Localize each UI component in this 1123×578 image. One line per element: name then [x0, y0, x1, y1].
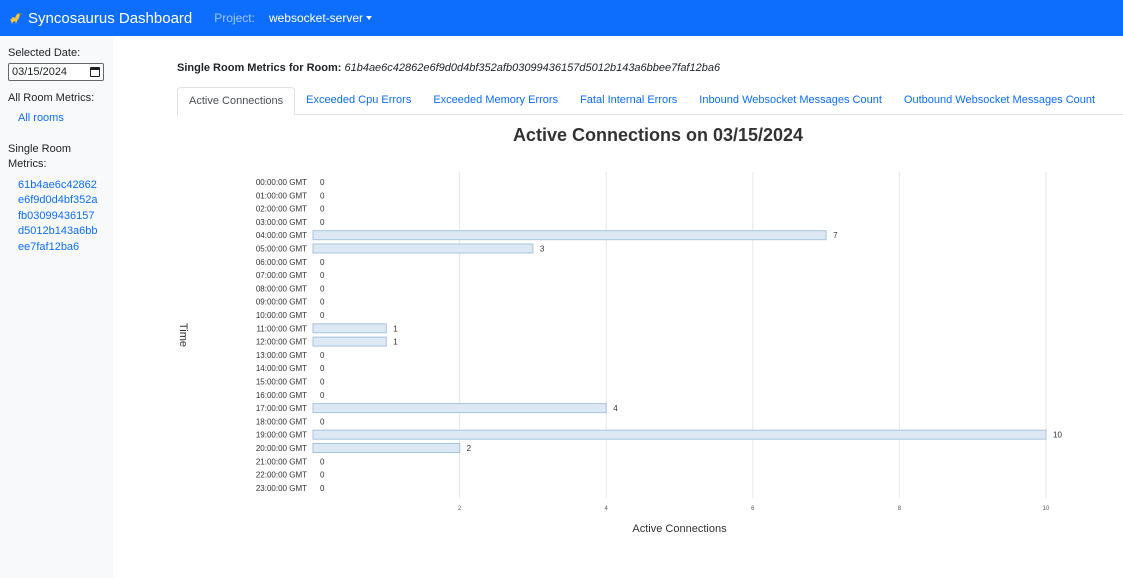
x-tick-label: 6 — [751, 506, 755, 512]
x-axis-label: Active Connections — [632, 523, 727, 535]
room-id-line: ee7faf12ba6 — [18, 240, 80, 253]
x-tick-label: 4 — [605, 506, 609, 512]
data-label: 3 — [540, 245, 545, 254]
y-axis-label: Time — [177, 323, 189, 347]
data-label: 0 — [320, 298, 325, 307]
bar — [312, 336, 387, 347]
x-tick-label: 2 — [458, 506, 462, 512]
data-label: 0 — [320, 364, 325, 373]
room-heading-label: Single Room Metrics for Room: — [177, 62, 342, 74]
y-tick-label: 12:00:00 GMT — [256, 338, 307, 347]
data-label: 0 — [320, 205, 325, 214]
bar — [312, 429, 1047, 440]
room-id-line: d5012b143a6bb — [18, 225, 98, 237]
y-tick-label: 01:00:00 GMT — [256, 191, 307, 200]
single-room-metrics-label: Single Room Metrics: — [8, 142, 71, 170]
data-label: 0 — [320, 218, 325, 227]
y-tick-label: 11:00:00 GMT — [256, 324, 307, 333]
all-rooms-link[interactable]: All rooms — [18, 111, 105, 127]
sidebar: Selected Date: 03/15/2024 All Room Metri… — [0, 36, 113, 578]
chart-title: Active Connections on 03/15/2024 — [512, 125, 804, 145]
y-tick-label: 07:00:00 GMT — [256, 271, 307, 280]
tab-exceeded-memory-errors[interactable]: Exceeded Memory Errors — [422, 87, 569, 115]
caret-down-icon — [365, 16, 372, 20]
date-input-value: 03/15/2024 — [12, 66, 68, 78]
all-room-metrics-label: All Room Metrics: — [8, 92, 95, 104]
room-id-line: e6f9d0d4bf352a — [18, 194, 98, 206]
bar — [312, 243, 534, 254]
room-heading-container: Single Room Metrics for Room: 61b4ae6c42… — [177, 62, 720, 74]
data-label: 0 — [320, 311, 325, 320]
y-tick-label: 20:00:00 GMT — [256, 444, 307, 453]
y-tick-label: 16:00:00 GMT — [256, 391, 307, 400]
y-tick-label: 02:00:00 GMT — [256, 205, 307, 214]
data-label: 0 — [320, 191, 325, 200]
data-label: 4 — [613, 404, 618, 413]
y-tick-label: 17:00:00 GMT — [256, 404, 307, 413]
data-label: 1 — [393, 338, 398, 347]
brand-link[interactable]: Syncosaurus Dashboard — [8, 10, 192, 27]
y-tick-label: 06:00:00 GMT — [256, 258, 307, 267]
y-tick-label: 08:00:00 GMT — [256, 284, 307, 293]
y-tick-label: 23:00:00 GMT — [256, 484, 307, 493]
selected-date-label: Selected Date: — [8, 47, 81, 59]
room-id-line: 61b4ae6c42862 — [18, 178, 97, 191]
bar — [312, 403, 607, 414]
data-label: 0 — [320, 178, 325, 187]
x-tick-label: 10 — [1043, 506, 1050, 512]
data-label: 0 — [320, 457, 325, 466]
y-tick-label: 19:00:00 GMT — [256, 431, 307, 440]
project-dropdown[interactable]: websocket-server — [269, 11, 372, 25]
y-tick-label: 03:00:00 GMT — [256, 218, 307, 227]
room-heading: Single Room Metrics for Room: 61b4ae6c42… — [177, 62, 720, 74]
dinosaur-logo-icon — [10, 13, 22, 24]
data-label: 0 — [320, 471, 325, 480]
data-label: 7 — [833, 231, 838, 240]
bar — [312, 230, 827, 241]
tab-active-connections[interactable]: Active Connections — [177, 87, 296, 115]
room-id-line: fb03099436157 — [18, 209, 95, 222]
y-tick-label: 15:00:00 GMT — [256, 378, 307, 387]
room-link[interactable]: 61b4ae6c42862 e6f9d0d4bf352a fb030994361… — [8, 178, 105, 256]
x-tick-label: 8 — [898, 506, 902, 512]
tab-exceeded-cpu-errors[interactable]: Exceeded Cpu Errors — [295, 87, 422, 115]
metric-tabs: Active Connections Exceeded Cpu Errors E… — [177, 87, 1123, 115]
data-label: 0 — [320, 484, 325, 493]
data-label: 0 — [320, 271, 325, 280]
y-tick-label: 10:00:00 GMT — [256, 311, 307, 320]
tab-outbound-websocket-messages[interactable]: Outbound Websocket Messages Count — [893, 87, 1106, 115]
project-label: Project: — [214, 11, 255, 25]
y-tick-label: 22:00:00 GMT — [256, 471, 307, 480]
top-navbar: Syncosaurus Dashboard Project: websocket… — [0, 0, 1123, 36]
data-label: 10 — [1053, 431, 1062, 440]
bar — [312, 323, 387, 334]
tab-fatal-internal-errors[interactable]: Fatal Internal Errors — [569, 87, 688, 115]
project-dropdown-value: websocket-server — [268, 11, 363, 25]
calendar-icon[interactable] — [90, 67, 100, 77]
y-tick-label: 09:00:00 GMT — [256, 298, 307, 307]
y-tick-label: 13:00:00 GMT — [256, 351, 307, 360]
date-input[interactable]: 03/15/2024 — [8, 63, 104, 81]
data-label: 1 — [393, 324, 398, 333]
y-tick-label: 05:00:00 GMT — [256, 245, 307, 254]
y-tick-label: 00:00:00 GMT — [256, 178, 307, 187]
y-tick-label: 18:00:00 GMT — [256, 417, 307, 426]
y-tick-label: 21:00:00 GMT — [256, 457, 307, 466]
data-label: 0 — [320, 351, 325, 360]
y-tick-label: 04:00:00 GMT — [256, 231, 307, 240]
data-label: 2 — [467, 444, 472, 453]
active-connections-chart: 00:00:00 GMT 0 01:00:00 GMT 0 02:00:00 GMT 0 0… — [177, 172, 1062, 535]
brand-title: Syncosaurus Dashboard — [28, 9, 193, 27]
tab-inbound-websocket-messages[interactable]: Inbound Websocket Messages Count — [688, 87, 893, 115]
data-label: 0 — [320, 258, 325, 267]
data-label: 0 — [320, 391, 325, 400]
data-label: 0 — [320, 417, 325, 426]
bar — [312, 443, 461, 453]
room-id: 61b4ae6c42862e6f9d0d4bf352afb03099436157… — [344, 62, 721, 74]
y-tick-label: 14:00:00 GMT — [256, 364, 307, 373]
data-label: 0 — [320, 284, 325, 293]
data-label: 0 — [320, 378, 325, 387]
